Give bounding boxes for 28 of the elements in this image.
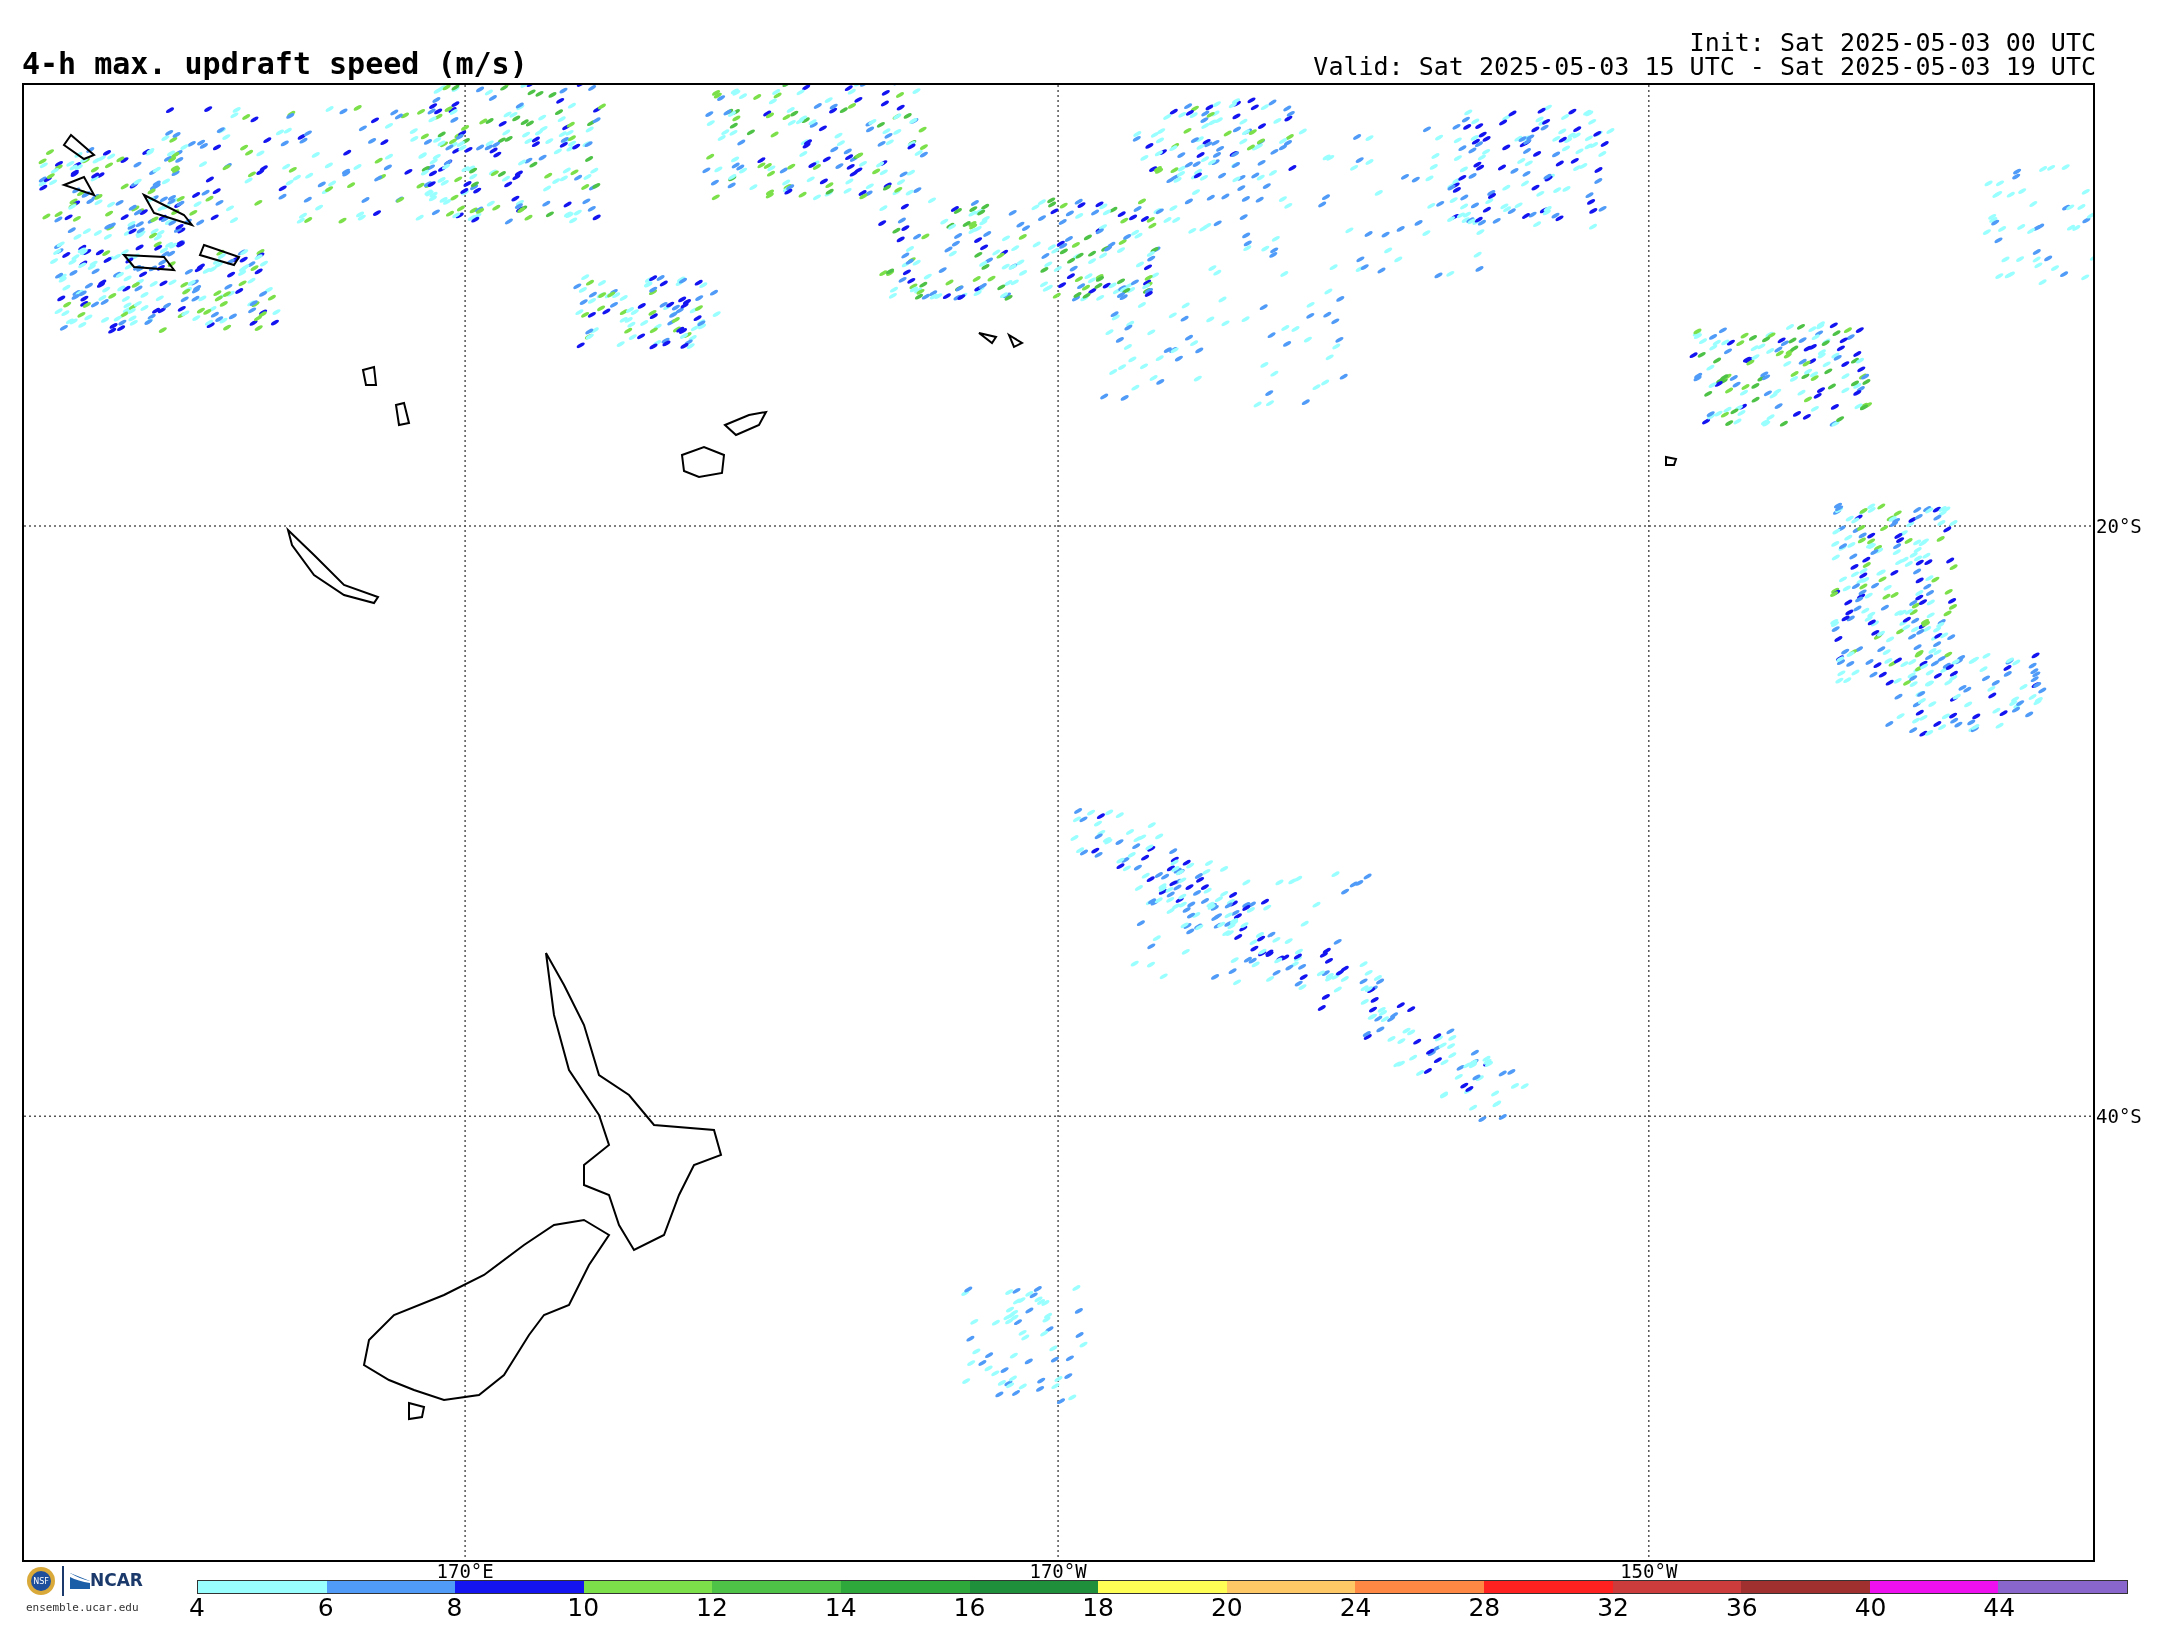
colorbar-tick-label: 32 <box>1597 1595 1629 1620</box>
colorbar-tick-label: 10 <box>567 1595 600 1620</box>
valid-time: Valid: Sat 2025-05-03 15 UTC - Sat 2025-05-03 19 UTC <box>1313 55 2096 79</box>
nsf-seal-icon: NSF <box>26 1566 56 1596</box>
colorbar-tick-label: 18 <box>1082 1595 1115 1620</box>
site-url: ensemble.ucar.edu <box>26 1600 140 1616</box>
colorbar-tick-label: 40 <box>1854 1595 1887 1620</box>
colorbar-tick-label: 44 <box>1983 1595 2016 1620</box>
colorbar-tick-label: 20 <box>1210 1595 1243 1620</box>
ncar-swoosh-icon <box>70 1573 90 1589</box>
ncar-logo-text: NCAR <box>90 1569 143 1593</box>
longitude-label: 150°W <box>1620 1562 1678 1581</box>
colorbar-tick-label: 6 <box>317 1595 334 1620</box>
colorbar-tick-label: 16 <box>953 1595 986 1620</box>
init-time: Init: Sat 2025-05-03 00 UTC <box>1689 31 2096 55</box>
colorbar-tick-label: 4 <box>189 1595 205 1620</box>
logo-divider-icon <box>62 1566 64 1596</box>
longitude-label: 170°E <box>436 1562 494 1581</box>
colorbar-tick-label: 8 <box>446 1595 463 1620</box>
colorbar-tick-label: 28 <box>1468 1595 1501 1620</box>
colorbar-tick-label: 36 <box>1725 1595 1758 1620</box>
latitude-label: 40°S <box>2096 1106 2142 1126</box>
colorbar-tick-label: 14 <box>824 1595 857 1620</box>
colorbar-tick-label: 24 <box>1339 1595 1372 1620</box>
longitude-label: 170°W <box>1029 1562 1087 1581</box>
latitude-label: 20°S <box>2096 516 2142 536</box>
chart-title: 4-h max. updraft speed (m/s) <box>22 49 528 79</box>
colorbar-tick-label: 12 <box>696 1595 728 1620</box>
